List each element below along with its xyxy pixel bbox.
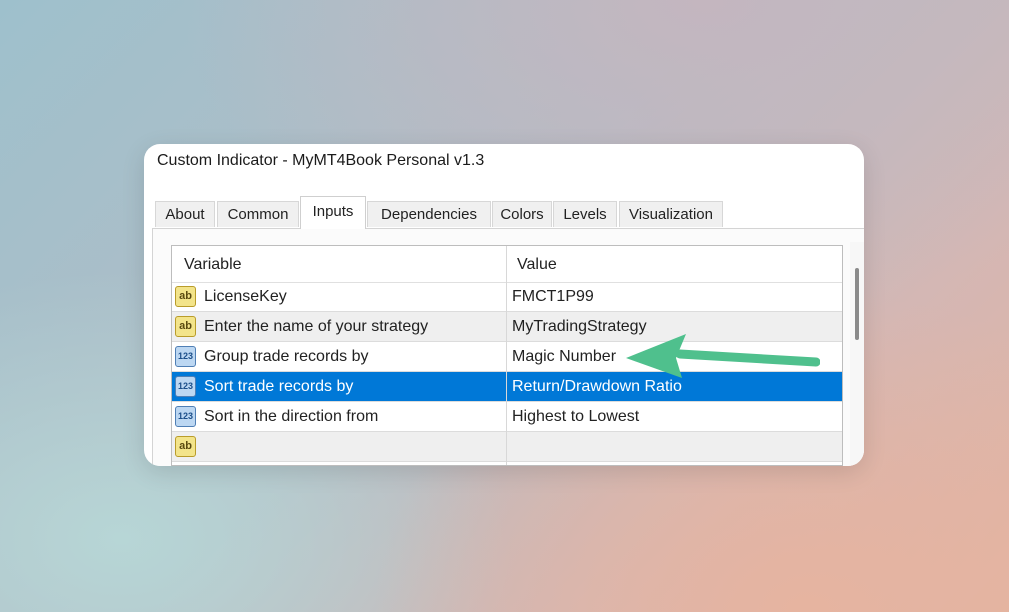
tab-levels[interactable]: Levels [553,201,617,227]
arrow-left-icon [626,334,821,378]
column-header-variable[interactable]: Variable [184,246,242,282]
variable-name: Group trade records by [204,348,369,365]
variable-value[interactable]: Highest to Lowest [512,402,832,431]
variable-name: Sort in the direction from [204,408,379,425]
number-type-icon: 123 [175,406,196,427]
number-type-icon: 123 [175,346,196,367]
vertical-scrollbar[interactable] [850,242,864,466]
tab-visualization[interactable]: Visualization [619,201,723,227]
table-row[interactable]: ab LicenseKey FMCT1P99 [172,282,842,312]
dialog-title: Custom Indicator - MyMT4Book Personal v1… [157,152,485,169]
tab-common[interactable]: Common [217,201,299,227]
column-header-value[interactable]: Value [517,246,557,282]
variable-value[interactable]: FMCT1P99 [512,282,832,311]
variable-value[interactable] [512,432,832,461]
scrollbar-thumb[interactable] [855,268,859,340]
grid-header: Variable Value [172,246,842,283]
tab-strip: About Common Inputs Dependencies Colors … [155,194,864,229]
tab-dependencies[interactable]: Dependencies [367,201,491,227]
annotation-arrow [620,328,821,378]
variable-name: Enter the name of your strategy [204,318,429,335]
text-type-icon: ab [175,316,196,337]
variable-name: Sort trade records by [204,378,354,395]
variable-name: LicenseKey [204,288,287,305]
text-type-icon: ab [175,436,196,457]
table-row[interactable]: ab [172,432,842,462]
column-divider [506,246,507,465]
tab-colors[interactable]: Colors [492,201,552,227]
text-type-icon: ab [175,286,196,307]
variable-name [204,432,504,461]
number-type-icon: 123 [175,376,196,397]
tab-inputs[interactable]: Inputs [300,196,366,229]
indicator-dialog: Custom Indicator - MyMT4Book Personal v1… [144,144,864,466]
table-row[interactable]: 123 Sort in the direction from Highest t… [172,402,842,432]
tab-about[interactable]: About [155,201,215,227]
